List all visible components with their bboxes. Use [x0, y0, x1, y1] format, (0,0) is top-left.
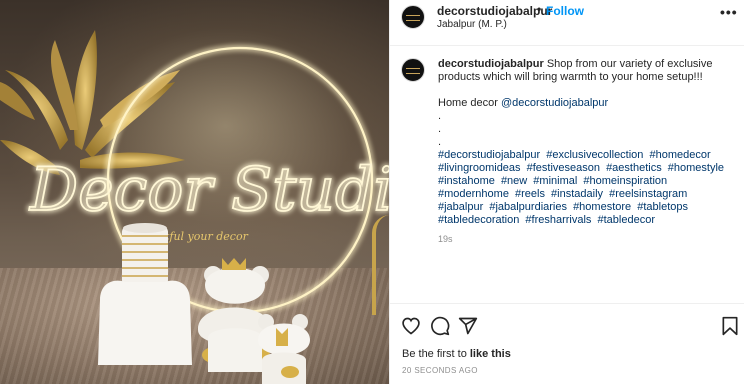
mention-link[interactable]: @decorstudiojabalpur	[501, 97, 608, 109]
username[interactable]: decorstudiojabalpur	[437, 4, 552, 18]
hashtag[interactable]: #new	[501, 175, 527, 187]
hashtag[interactable]: #reels	[515, 188, 545, 200]
hashtag[interactable]: #fresharrivals	[525, 214, 591, 226]
hashtag[interactable]: #homeinspiration	[583, 175, 667, 187]
neon-sign-illustration: Decor Studio ... tatful your decor	[0, 30, 389, 384]
hashtag[interactable]: #exclusivecollection	[546, 149, 643, 161]
hashtag[interactable]: #homedecor	[649, 149, 710, 161]
comment-icon[interactable]	[430, 316, 450, 336]
hashtag[interactable]: #decorstudiojabalpur	[438, 149, 540, 161]
avatar[interactable]	[401, 5, 425, 29]
follow-button[interactable]: Follow	[546, 4, 584, 18]
home-decor-text: Home decor	[438, 97, 498, 109]
gold-leaves	[0, 30, 185, 175]
hashtag[interactable]: #homestyle	[668, 162, 724, 174]
like-this-link[interactable]: like this	[470, 348, 511, 360]
hashtag[interactable]: #livingroomideas	[438, 162, 521, 174]
hashtag[interactable]: #jabalpur	[438, 201, 483, 213]
hashtag[interactable]: #instahome	[438, 175, 495, 187]
hashtag[interactable]: #modernhome	[438, 188, 509, 200]
header-divider	[390, 45, 744, 46]
white-vase	[98, 223, 192, 365]
share-icon[interactable]	[458, 316, 478, 336]
hashtag[interactable]: #tabledecoration	[438, 214, 519, 226]
post-header: decorstudiojabalpur • Follow Jabalpur (M…	[390, 0, 744, 36]
caption-dot-3: .	[438, 136, 442, 148]
post-panel: decorstudiojabalpur • Follow Jabalpur (M…	[389, 0, 744, 384]
likes-summary: Be the first to like this	[402, 348, 511, 360]
action-bar	[390, 313, 744, 339]
hashtag[interactable]: #festiveseason	[527, 162, 600, 174]
separator-dot: •	[537, 2, 542, 16]
actions-divider	[390, 303, 744, 304]
bookmark-icon[interactable]	[721, 316, 739, 336]
hashtag[interactable]: #tabledecor	[598, 214, 656, 226]
caption-timestamp: 19s	[438, 234, 453, 244]
post-image[interactable]: Decor Studio ... tatful your decor	[0, 0, 389, 384]
hashtag[interactable]: #tabletops	[637, 201, 688, 213]
hashtag[interactable]: #instadaily	[551, 188, 603, 200]
hashtag[interactable]: #minimal	[533, 175, 577, 187]
location-link[interactable]: Jabalpur (M. P.)	[437, 19, 507, 30]
heart-icon[interactable]	[401, 316, 421, 336]
post-timestamp: 20 SECONDS AGO	[402, 366, 478, 375]
caption-dot-2: .	[438, 123, 442, 135]
caption-dot-1: .	[438, 110, 442, 122]
caption-text: decorstudiojabalpur Shop from our variet…	[438, 58, 736, 227]
hashtag-list: #decorstudiojabalpur #exclusivecollectio…	[438, 149, 730, 227]
caption-username[interactable]: decorstudiojabalpur	[438, 58, 544, 70]
hashtag[interactable]: #aesthetics	[606, 162, 662, 174]
neon-text: Decor Studio	[29, 155, 389, 225]
likes-prefix: Be the first to	[402, 348, 467, 360]
hashtag[interactable]: #jabalpurdiaries	[489, 201, 567, 213]
caption-avatar[interactable]	[401, 58, 425, 82]
hashtag[interactable]: #homestore	[573, 201, 631, 213]
bear-figurines	[197, 258, 310, 384]
more-options-icon[interactable]: •••	[720, 4, 738, 20]
hashtag[interactable]: #reelsinstagram	[609, 188, 687, 200]
caption-home-decor: Home decor @decorstudiojabalpur	[438, 97, 736, 110]
caption-intro: decorstudiojabalpur Shop from our variet…	[438, 58, 736, 84]
